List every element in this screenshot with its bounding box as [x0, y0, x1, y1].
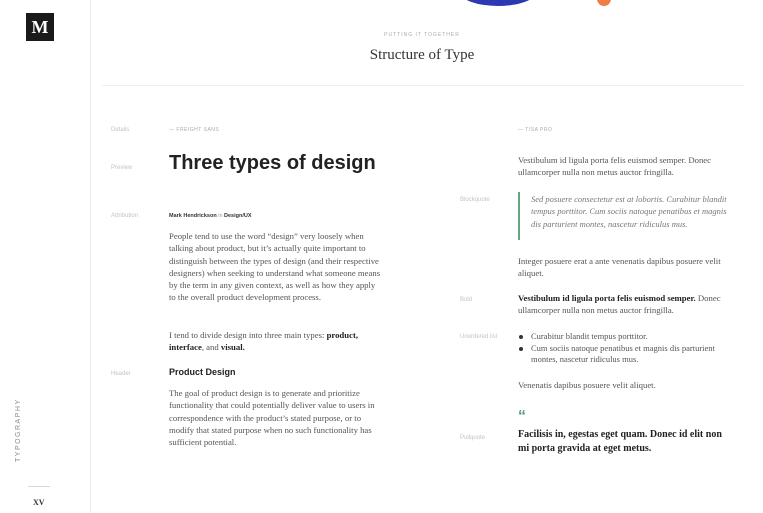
label-pullquote: Pullquote	[460, 435, 486, 441]
body-paragraph-3: The goal of product design is to generat…	[169, 388, 375, 448]
right-paragraph-3: Venenatis dapibus posuere velit aliquet.	[518, 380, 656, 390]
attribution-in: in	[216, 213, 225, 219]
page-title: Structure of Type	[369, 47, 475, 63]
blockquote-bar	[518, 192, 520, 240]
section-label: TYPOGRAPHY	[15, 398, 22, 462]
font-name-left: — FREIGHT SANS	[169, 127, 220, 133]
label-header: Header	[111, 371, 131, 377]
decorative-orange-shape	[597, 0, 611, 6]
label-details: Details	[111, 127, 130, 133]
right-paragraph-1: Vestibulum id ligula porta felis euismod…	[518, 155, 712, 178]
pullquote-text: Facilisis in, egestas eget quam. Donec i…	[518, 429, 722, 454]
right-paragraph-2: Integer posuere erat a ante venenatis da…	[518, 256, 721, 279]
blockquote-text: Sed posuere consectetur est at lobortis.…	[531, 194, 727, 229]
label-blockquote: Blockquote	[460, 197, 490, 203]
page-eyebrow: PUTTING IT TOGETHER	[384, 32, 460, 38]
decorative-blue-shape	[460, 0, 536, 6]
sidebar-divider	[28, 486, 50, 487]
label-preview: Preview	[111, 165, 133, 171]
body-paragraph-2: I tend to divide design into three main …	[169, 329, 384, 354]
right-bold-paragraph: Vestibulum id ligula porta felis euismod…	[518, 292, 733, 317]
pullquote-mark-icon: “	[518, 408, 526, 425]
article-attribution: Mark Hendrickson in Design/UX	[169, 213, 252, 219]
page-number: XV	[33, 498, 45, 507]
label-bold: Bold	[460, 297, 473, 303]
p2-text: I tend to divide design into three main …	[169, 330, 327, 340]
font-name-right: — TISA PRO	[518, 127, 553, 133]
section-heading: Product Design	[169, 367, 236, 377]
list-item: Curabitur blandit tempus porttitor.	[518, 331, 728, 343]
unordered-list: Curabitur blandit tempus porttitor. Cum …	[518, 331, 728, 366]
article-title: Three types of design	[169, 152, 376, 174]
label-unordered-list: Unordered list	[460, 334, 498, 340]
p2-and: , and	[201, 342, 221, 353]
medium-logo[interactable]: M	[26, 13, 54, 41]
p2-interface: interface	[169, 342, 202, 353]
p2-visual: visual.	[220, 342, 245, 353]
bold-sentence: Vestibulum id ligula porta felis euismod…	[518, 293, 696, 303]
author-name[interactable]: Mark Hendrickson	[169, 213, 217, 219]
header-divider	[102, 85, 744, 86]
list-item: Cum sociis natoque penatibus et magnis d…	[518, 343, 728, 366]
p2-product: product,	[326, 330, 359, 340]
sidebar: M TYPOGRAPHY XV	[0, 0, 91, 513]
label-attribution: Attribution	[111, 213, 139, 219]
body-paragraph-1: People tend to use the word “design” ver…	[169, 231, 381, 303]
publication-name[interactable]: Design/UX	[224, 213, 252, 219]
